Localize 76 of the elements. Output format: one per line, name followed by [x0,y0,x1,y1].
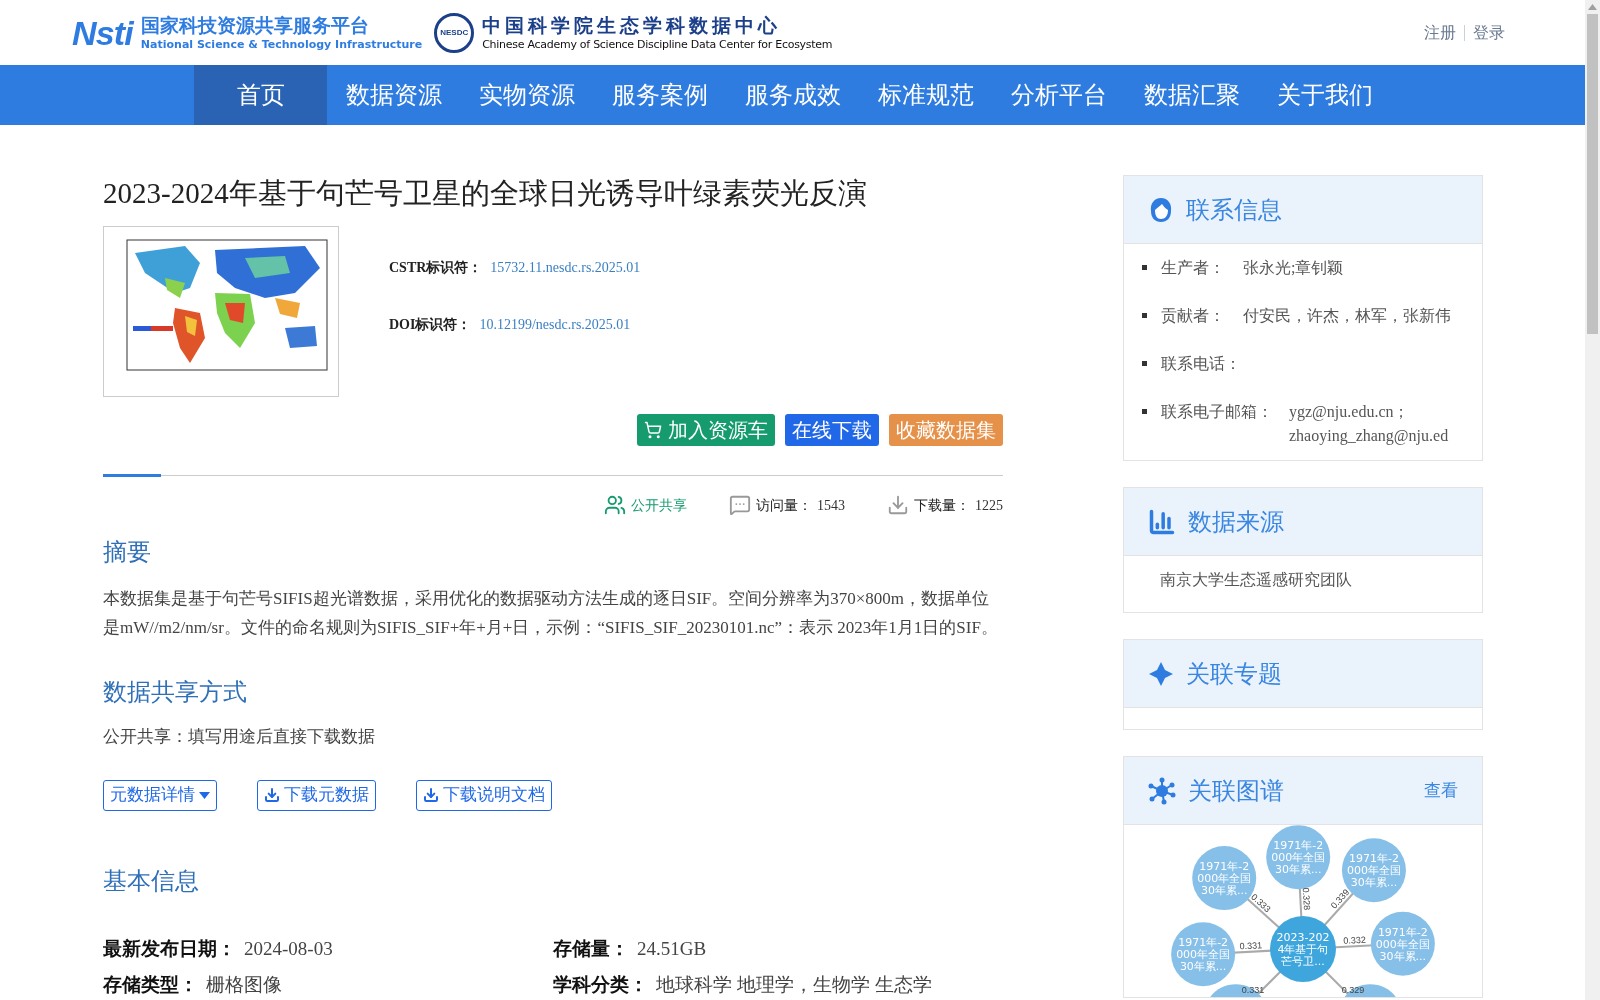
card-title: 数据来源 [1188,507,1284,537]
action-button[interactable]: 收藏数据集 [889,414,1003,446]
field-label: 最新发布日期： [103,936,236,961]
nav-item[interactable]: 关于我们 [1258,65,1391,125]
nav-item[interactable]: 服务案例 [593,65,726,125]
card-title: 关联专题 [1186,659,1282,689]
field-value: 2024-08-03 [244,936,333,961]
nav-item[interactable]: 标准规范 [859,65,992,125]
logo-emblem: NESDC [434,12,475,53]
document-button[interactable]: 下载元数据 [257,779,376,811]
center-subtitle: Chinese Academy of Science Discipline Data Center for Ecosystem [482,36,833,53]
tab-indicator [103,474,161,477]
field-label: 学科分类： [553,973,648,997]
identifier-label: CSTR标识符： [389,259,483,277]
contact-label: 生产者： [1161,258,1226,278]
auth-link[interactable]: 注册 [1424,20,1456,45]
contact-value: 付安民，许杰，林军，张新伟 [1243,306,1451,326]
field-value: 24.51GB [637,936,707,961]
identifier-link[interactable]: 10.12199/nesdc.rs.2025.01 [479,314,631,335]
comment-icon [729,494,751,516]
nav-item[interactable]: 数据汇聚 [1125,65,1258,125]
bar-chart-icon [1148,507,1176,536]
card-title: 联系信息 [1186,195,1282,225]
document-button[interactable]: 元数据详情 [103,779,217,811]
field-value: 栅格图像 [206,973,282,997]
auth-link[interactable]: 登录 [1473,20,1505,45]
action-button[interactable]: 在线下载 [785,414,879,446]
sharing-text: 公开共享：填写用途后直接下载数据 [103,726,376,748]
nav-item[interactable]: 首页 [194,65,327,125]
stat-label: 下载量： [914,496,970,515]
contact-label: 联系电话： [1161,354,1242,374]
action-button[interactable]: 加入资源车 [637,414,775,446]
source-text: 南京大学生态遥感研究团队 [1159,570,1353,590]
bullet-icon [1142,361,1147,366]
platform-title: 国家科技资源共享服务平台 [140,12,370,37]
logo-mark: Nsti [72,15,133,50]
bullet-icon [1142,313,1147,318]
contact-value: 张永光;章钊颖 [1243,258,1344,278]
abstract-text: 本数据集是基于句芒号SIFIS超光谱数据，采用优化的数据驱动方法生成的逐日SIF。空间分辨率为370×800m，数据单位是mW//m2/nm/sr。文件的命名规则为SIFIS_SIF+年+月+日，示例：“SIFIS_SIF_20230101.nc”：表示 2023年1月1日的SIF。 [103,588,999,639]
stat-label: 公开共享 [631,496,687,515]
nav-item[interactable]: 分析平台 [992,65,1125,125]
center-title: 中国科学院生态学科数据中心 [482,12,783,37]
stat-value: 1543 [817,496,845,515]
card-title: 关联图谱 [1188,776,1284,806]
document-button[interactable]: 下载说明文档 [416,779,552,811]
download-icon [423,787,439,803]
scrollbar-thumb[interactable] [1587,14,1598,334]
identifier-link[interactable]: 15732.11.nesdc.rs.2025.01 [490,257,641,278]
bullet-icon [1142,265,1147,270]
view-link[interactable]: 查看 [1424,777,1458,804]
nav-item[interactable]: 数据资源 [327,65,460,125]
contact-label: 贡献者： [1161,306,1226,326]
caret-icon [199,791,210,799]
dataset-title: 2023-2024年基于句芒号卫星的全球日光诱导叶绿素荧光反演 [103,176,868,211]
section-heading: 基本信息 [103,866,200,896]
bullet-icon [1142,409,1147,414]
stat-value: 1225 [975,496,1003,515]
nav-item[interactable]: 实物资源 [460,65,593,125]
nav-item[interactable]: 服务成效 [726,65,859,125]
scroll-up-icon[interactable] [1588,4,1597,10]
cart-icon [644,421,662,439]
platform-subtitle: National Science & Technology Infrastructure [140,36,423,53]
field-label: 存储类型： [103,973,198,997]
field-label: 存储量： [553,936,629,961]
field-value: 地球科学 地理学，生物学 生态学 [656,973,932,997]
users-icon [604,494,626,516]
download-icon [887,494,909,516]
section-heading: 数据共享方式 [103,678,248,707]
contact-label: 联系电子邮箱： [1161,402,1273,422]
contact-value: ygz@nju.edu.cn；zhaoying_zhang@nju.ed [1289,402,1450,447]
network-icon [1148,776,1176,805]
graph-center-node[interactable]: 2023-202 4年基于句 芒号卫... [1270,916,1336,982]
section-heading: 摘要 [103,538,152,567]
download-icon [264,787,280,803]
stat-label: 访问量： [756,496,812,515]
identifier-label: DOI标识符： [389,316,472,334]
